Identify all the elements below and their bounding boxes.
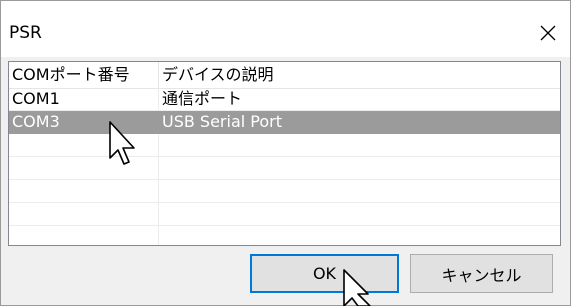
ok-button[interactable]: OK	[250, 254, 399, 293]
column-header-description[interactable]: デバイスの説明	[159, 62, 459, 88]
description-cell: 通信ポート	[162, 89, 243, 108]
column-header-port[interactable]: COMポート番号	[9, 62, 158, 88]
psr-dialog: PSR COMポート番号 デバイスの説明 COM1 通信ポート COM3 USB…	[0, 0, 571, 306]
close-icon	[540, 25, 556, 41]
list-header: COMポート番号 デバイスの説明	[9, 62, 560, 89]
empty-row	[9, 157, 560, 180]
cancel-button[interactable]: キャンセル	[410, 254, 553, 293]
description-cell: USB Serial Port	[162, 112, 283, 131]
title-bar: PSR	[1, 1, 570, 57]
empty-row	[9, 226, 560, 245]
empty-row	[9, 203, 560, 226]
close-button[interactable]	[530, 15, 566, 51]
window-title: PSR	[9, 23, 42, 43]
table-row-selected[interactable]: COM3 USB Serial Port	[9, 111, 560, 134]
table-row[interactable]: COM1 通信ポート	[9, 88, 560, 111]
port-cell: COM3	[12, 112, 60, 131]
port-cell: COM1	[12, 89, 60, 108]
com-port-list[interactable]: COMポート番号 デバイスの説明 COM1 通信ポート COM3 USB Ser…	[8, 61, 561, 246]
empty-row	[9, 180, 560, 203]
empty-row	[9, 134, 560, 157]
